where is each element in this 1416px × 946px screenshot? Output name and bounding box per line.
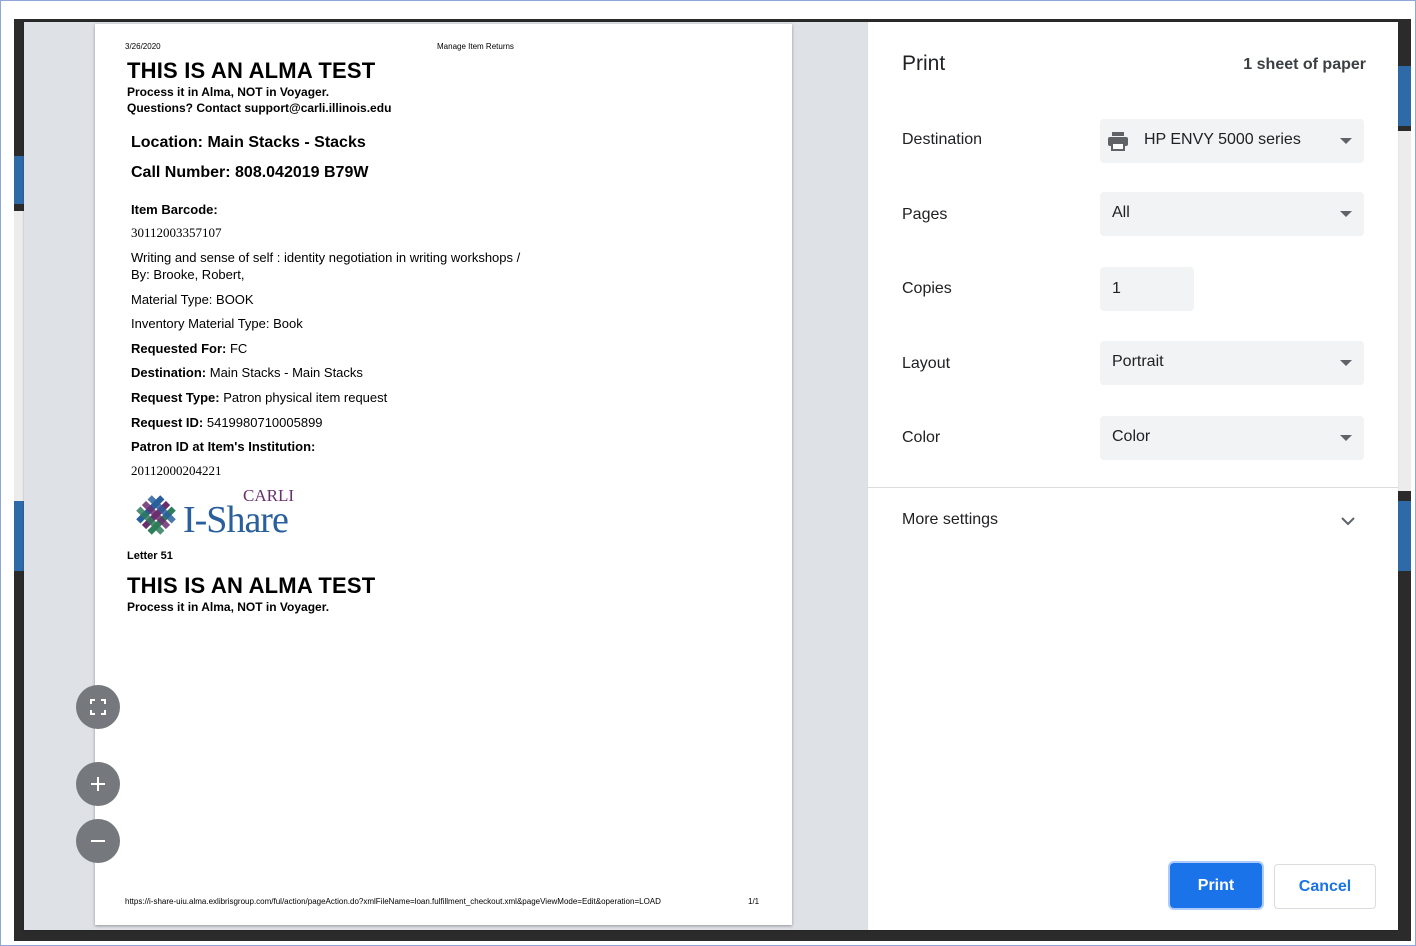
- requested-for-value: FC: [229, 341, 248, 356]
- patron-id-label: Patron ID at Item's Institution:: [131, 439, 316, 454]
- item-barcode-label: Item Barcode:: [131, 202, 218, 217]
- cancel-button[interactable]: Cancel: [1274, 864, 1376, 909]
- chevron-down-icon[interactable]: [1340, 515, 1356, 527]
- background-panel: [14, 211, 24, 501]
- requested-for-line: Requested For: FC: [131, 341, 247, 356]
- print-dialog: 3/26/2020 Manage Item Returns THIS IS AN…: [24, 22, 1398, 930]
- background-bar: [1398, 501, 1411, 571]
- plus-icon: [91, 777, 105, 791]
- inventory-material-type: Inventory Material Type: Book: [131, 316, 303, 331]
- zoom-in-button[interactable]: [76, 762, 120, 806]
- destination-value: HP ENVY 5000 series: [1144, 131, 1301, 148]
- minus-icon: [91, 840, 105, 842]
- background-bar: [14, 156, 24, 204]
- item-barcode-value: 30112003357107: [131, 225, 222, 240]
- pages-value: All: [1112, 204, 1130, 221]
- request-id-line: Request ID: 5419980710005899: [131, 415, 323, 430]
- request-id-label: Request ID:: [131, 415, 204, 430]
- title-line-1: Writing and sense of self : identity neg…: [131, 250, 521, 265]
- print-settings-panel: Print 1 sheet of paper Destination HP EN…: [867, 22, 1398, 930]
- more-settings-toggle[interactable]: More settings: [902, 511, 998, 529]
- copies-value: 1: [1112, 280, 1121, 297]
- patron-id-value: 20112000204221: [131, 463, 222, 478]
- page-footer-url: https://i-share-uiu.alma.exlibrisgroup.c…: [125, 897, 661, 906]
- requested-for-label: Requested For:: [131, 341, 227, 356]
- contact-note: Questions? Contact support@carli.illinoi…: [127, 101, 392, 115]
- pages-label: Pages: [902, 206, 948, 223]
- color-select[interactable]: Color: [1100, 416, 1364, 460]
- page-footer-number: 1/1: [748, 897, 760, 906]
- print-preview-area: 3/26/2020 Manage Item Returns THIS IS AN…: [24, 22, 867, 930]
- logo-ishare-text: I-Share: [183, 499, 289, 541]
- call-number-line: Call Number: 808.042019 B79W: [131, 164, 369, 181]
- zoom-out-button[interactable]: [76, 819, 120, 863]
- request-type-value: Patron physical item request: [223, 390, 388, 405]
- printer-icon: [1108, 132, 1128, 151]
- material-type: Material Type: BOOK: [131, 292, 254, 307]
- chevron-down-icon: [1340, 138, 1352, 144]
- carli-ishare-logo: CARLI I-Share: [131, 486, 311, 542]
- print-title: Print: [902, 52, 946, 75]
- destination-line: Destination: Main Stacks - Main Stacks: [131, 365, 363, 380]
- color-value: Color: [1112, 428, 1151, 445]
- copies-label: Copies: [902, 280, 952, 297]
- layout-label: Layout: [902, 355, 951, 372]
- process-note: Process it in Alma, NOT in Voyager.: [127, 85, 330, 99]
- settings-divider: [868, 487, 1398, 488]
- logo-knot-icon: [136, 495, 176, 535]
- destination-label: Destination: [902, 131, 983, 148]
- layout-select[interactable]: Portrait: [1100, 341, 1364, 385]
- request-id-value: 5419980710005899: [206, 415, 323, 430]
- fit-to-page-icon: [90, 699, 106, 715]
- pages-select[interactable]: All: [1100, 192, 1364, 236]
- request-type-line: Request Type: Patron physical item reque…: [131, 390, 387, 405]
- destination-select[interactable]: HP ENVY 5000 series: [1100, 119, 1364, 163]
- chevron-down-icon: [1340, 435, 1352, 441]
- background-bar: [1398, 66, 1411, 126]
- chevron-down-icon: [1340, 360, 1352, 366]
- request-type-label: Request Type:: [131, 390, 220, 405]
- letter-number: Letter 51: [127, 550, 173, 562]
- title-line-2: By: Brooke, Robert,: [131, 267, 245, 282]
- test-title-repeat: THIS IS AN ALMA TEST: [127, 573, 376, 598]
- chevron-down-icon: [1340, 211, 1352, 217]
- layout-value: Portrait: [1112, 353, 1164, 370]
- color-label: Color: [902, 429, 941, 446]
- copies-input[interactable]: 1: [1100, 267, 1194, 311]
- background-bar: [14, 501, 24, 571]
- page-header-title: Manage Item Returns: [437, 42, 514, 51]
- print-button[interactable]: Print: [1170, 863, 1262, 908]
- process-note-repeat: Process it in Alma, NOT in Voyager.: [127, 600, 330, 614]
- background-panel: [1398, 131, 1411, 491]
- fit-to-page-button[interactable]: [76, 685, 120, 729]
- location-line: Location: Main Stacks - Stacks: [131, 134, 366, 151]
- destination-label: Destination:: [131, 365, 207, 380]
- destination-value: Main Stacks - Main Stacks: [209, 365, 363, 380]
- preview-page: 3/26/2020 Manage Item Returns THIS IS AN…: [95, 24, 792, 925]
- test-title: THIS IS AN ALMA TEST: [127, 58, 376, 83]
- page-header-date: 3/26/2020: [125, 42, 161, 51]
- sheet-count: 1 sheet of paper: [1243, 56, 1366, 73]
